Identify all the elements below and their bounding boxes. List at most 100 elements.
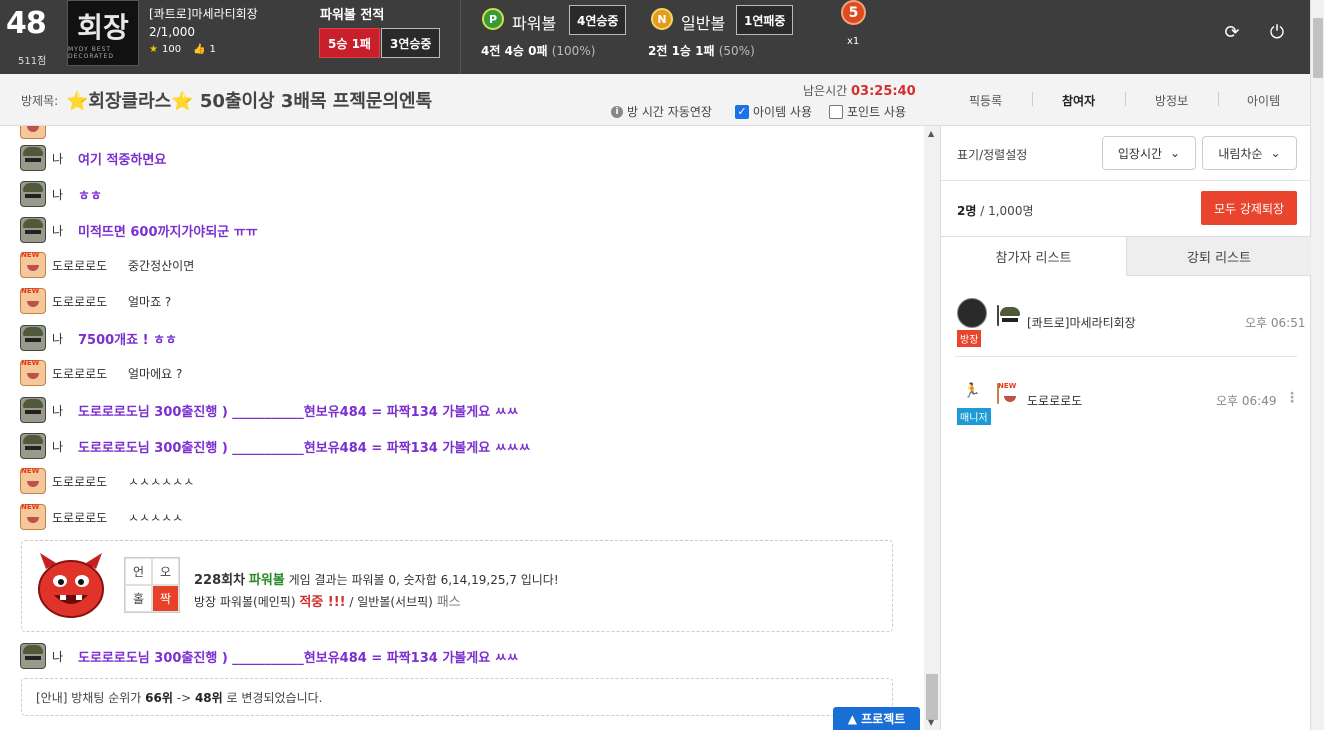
result-detail: 게임 결과는 파워볼 0, 숫자합 6,14,19,25,7 입니다!: [288, 573, 559, 587]
chat-message: 나 7500개죠 ! ㅎㅎ: [20, 324, 177, 352]
participant-time: 오후 06:49: [1216, 394, 1277, 408]
avatar-soldier-icon: [20, 145, 46, 171]
grid-cell-under: 언: [125, 558, 152, 585]
notice-arrow: ->: [176, 691, 192, 705]
powerball-stat-pct: (100%): [551, 44, 596, 58]
tab-participant-list[interactable]: 참가자 리스트: [941, 236, 1127, 276]
notice-box: [안내] 방채팅 순위가 66위 -> 48위 로 변경되었습니다.: [21, 678, 893, 716]
avatar-new-icon: [20, 359, 46, 386]
kick-all-button[interactable]: 모두 강제퇴장: [1201, 191, 1297, 225]
refresh-icon[interactable]: ⟳: [1219, 19, 1245, 45]
chat-nick[interactable]: 도로로로도: [52, 473, 122, 490]
tab-item[interactable]: 아이템: [1247, 92, 1280, 109]
chat-text: 여기 적중하면요: [78, 152, 167, 168]
divider: [460, 0, 461, 74]
avatar-new-icon: [20, 126, 46, 139]
tab-separator: [1032, 92, 1033, 106]
avatar-new-icon: [20, 251, 46, 278]
chat-text: 중간정산이면: [128, 258, 195, 273]
page-scrollbar-thumb[interactable]: [1313, 18, 1323, 78]
item-use-checkbox[interactable]: ✓ 아이템 사용: [735, 103, 812, 120]
host-name: [콰트로]마세라티회장: [149, 7, 258, 21]
chevron-down-icon: ⌄: [1270, 146, 1281, 160]
result-main-pick: 방장 파워볼(메인픽): [194, 595, 296, 609]
tab-pick-register[interactable]: 픽등록: [969, 92, 1002, 109]
powerball-icon: P: [482, 8, 504, 30]
project-button[interactable]: ▲ 프로젝트: [833, 707, 920, 730]
chat-nick[interactable]: 도로로로도: [52, 293, 122, 310]
devil-mascot-icon: [38, 553, 104, 618]
avatar-soldier-icon: [20, 433, 46, 459]
scroll-up-icon[interactable]: ▲: [928, 129, 934, 138]
tab-kicked-list[interactable]: 강퇴 리스트: [1127, 236, 1311, 276]
grid-cell-odd: 홀: [125, 585, 152, 612]
chat-message: 도로로로도 얼마죠 ?: [20, 287, 171, 315]
powerball-label: 파워볼: [512, 14, 557, 33]
avatar-soldier-icon: [20, 397, 46, 423]
chat-scrollbar[interactable]: ▲ ▼: [924, 126, 940, 730]
host-count: 2/1,000: [149, 25, 196, 39]
chat-message: 나 도로로로도님 300출진행 ) ___________현보유484 = 파짝…: [20, 642, 519, 670]
power-icon[interactable]: ⏻: [1264, 19, 1290, 45]
checkbox-unchecked-icon[interactable]: [829, 104, 843, 119]
participant-name[interactable]: 도로로로도: [1027, 392, 1082, 409]
point-use-label: 포인트 사용: [847, 105, 907, 119]
avatar-soldier-icon: [20, 217, 46, 243]
chat-message: 나 미적뜨면 600까지가야되군 ㅠㅠ: [20, 216, 258, 244]
chat-message: 나 도로로로도님 300출진행 ) ___________현보유484 = 파짝…: [20, 432, 531, 460]
chat-nick[interactable]: 도로로로도: [52, 509, 122, 526]
scroll-down-icon[interactable]: ▼: [928, 718, 934, 727]
result-game: 파워볼: [248, 573, 285, 588]
checkbox-checked-icon[interactable]: ✓: [735, 104, 749, 119]
avatar-new-icon: [20, 287, 46, 314]
tab-room-info[interactable]: 방정보: [1155, 92, 1188, 109]
normalball-icon: N: [651, 8, 673, 30]
sort-order-select[interactable]: 내림차순 ⌄: [1202, 136, 1297, 170]
participant-row[interactable]: 🏃 매니저 도로로로도 오후 06:49 ⋮: [941, 364, 1311, 434]
thumbs-up-icon: 👍: [193, 44, 206, 55]
tab-separator: [1218, 92, 1219, 106]
chat-nick[interactable]: 나: [52, 222, 72, 239]
chat-nick[interactable]: 도로로로도: [52, 257, 122, 274]
tab-separator: [1125, 92, 1126, 106]
chat-nick[interactable]: 나: [52, 648, 72, 665]
chat-nick[interactable]: 나: [52, 150, 72, 167]
chat-nick[interactable]: 도로로로도: [52, 365, 122, 382]
chat-scrollbar-thumb[interactable]: [926, 674, 938, 720]
normalball-label: 일반볼: [681, 14, 726, 33]
star-icon: ★: [149, 44, 158, 55]
powerball-stat-text: 4전 4승 0패: [481, 44, 548, 58]
chat-nick[interactable]: 나: [52, 330, 72, 347]
chevron-down-icon: ⌄: [1170, 146, 1181, 160]
auto-extend-option[interactable]: i 방 시간 자동연장: [611, 103, 712, 120]
like-count: 1: [209, 44, 216, 55]
record-title: 파워볼 전적: [320, 8, 385, 23]
more-options-icon[interactable]: ⋮: [1285, 390, 1299, 406]
record-badge-streak: 3연승중: [381, 28, 441, 58]
info-icon: i: [611, 105, 623, 118]
host-ratings: ★ 100 👍 1: [149, 44, 216, 55]
chat-text: ㅅㅅㅅㅅㅅㅅ: [128, 474, 195, 489]
chat-nick[interactable]: 나: [52, 186, 72, 203]
item-use-label: 아이템 사용: [753, 105, 813, 119]
normalball-stat: 2전 1승 1패 (50%): [648, 42, 755, 59]
tab-participants[interactable]: 참여자: [1062, 92, 1095, 109]
chat-message: 도로로로도 중간정산이면: [20, 251, 194, 279]
chat-nick[interactable]: 나: [52, 402, 72, 419]
avatar-new-icon: [997, 383, 999, 404]
title-row: 방제목: ⭐회장클라스⭐ 50출이상 3배목 프젝문의엔톡 남은시간 03:25…: [0, 74, 1310, 126]
powerball-streak: 4연승중: [569, 5, 627, 35]
chat-nick[interactable]: 나: [52, 438, 72, 455]
page-scrollbar[interactable]: [1310, 0, 1324, 730]
point-use-checkbox[interactable]: 포인트 사용: [829, 103, 906, 120]
notice-prefix: [안내] 방채팅 순위가: [36, 691, 142, 705]
multiplier-icon: 5: [841, 0, 866, 25]
room-logo-sub: MYDY BEST DECORATED: [68, 46, 114, 60]
participant-name[interactable]: [콰트로]마세라티회장: [1027, 314, 1136, 331]
sort-field-select[interactable]: 입장시간 ⌄: [1102, 136, 1196, 170]
participant-row[interactable]: 방장 [콰트로]마세라티회장 오후 06:51: [941, 286, 1311, 356]
multiplier-text: x1: [847, 36, 860, 47]
avatar-new-icon: [20, 503, 46, 530]
remaining-time-label: 남은시간: [803, 84, 848, 98]
star-count: 100: [161, 44, 182, 55]
